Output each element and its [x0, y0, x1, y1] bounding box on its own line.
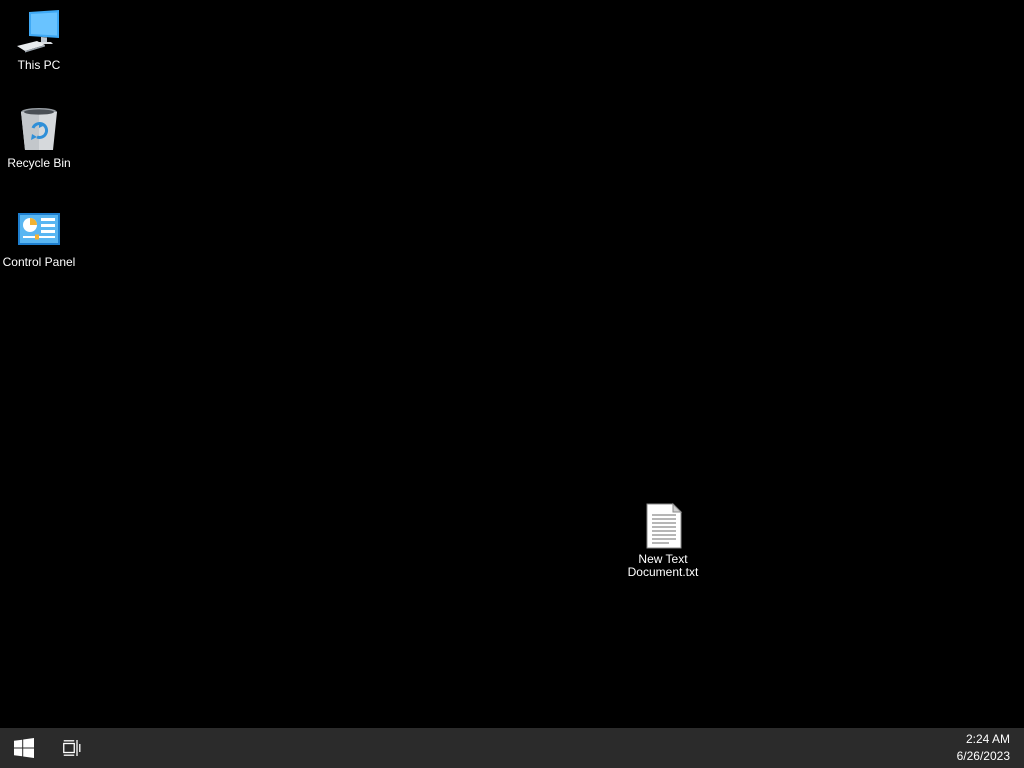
start-button[interactable] [0, 728, 48, 768]
desktop-icon-label: New Text Document.txt [627, 552, 699, 579]
task-view-button[interactable] [48, 728, 96, 768]
clock-time: 2:24 AM [965, 732, 1010, 746]
clock-date: 6/26/2023 [956, 749, 1010, 763]
desktop-icon-new-text-document[interactable]: New Text Document.txt [625, 502, 701, 579]
taskbar-clock[interactable]: 2:24 AM 6/26/2023 [930, 731, 1010, 765]
desktop-icon-label: Control Panel [2, 255, 76, 269]
desktop-icon-this-pc[interactable]: This PC [1, 8, 77, 72]
desktop-icon-recycle-bin[interactable]: Recycle Bin [1, 106, 77, 170]
task-view-icon [63, 740, 81, 756]
windows-logo-icon [14, 738, 34, 758]
recycle-bin-icon [21, 108, 57, 150]
computer-monitor-icon [17, 10, 59, 53]
desktop-icon-label: This PC [17, 58, 61, 72]
desktop-icon-control-panel[interactable]: Control Panel [1, 205, 77, 269]
control-panel-icon [18, 213, 60, 245]
desktop[interactable]: This PC Recycle Bin Control Panel New Te… [0, 0, 1024, 728]
desktop-icon-label: Recycle Bin [7, 156, 71, 170]
text-document-icon [646, 502, 683, 549]
taskbar: 2:24 AM 6/26/2023 [0, 728, 1024, 768]
